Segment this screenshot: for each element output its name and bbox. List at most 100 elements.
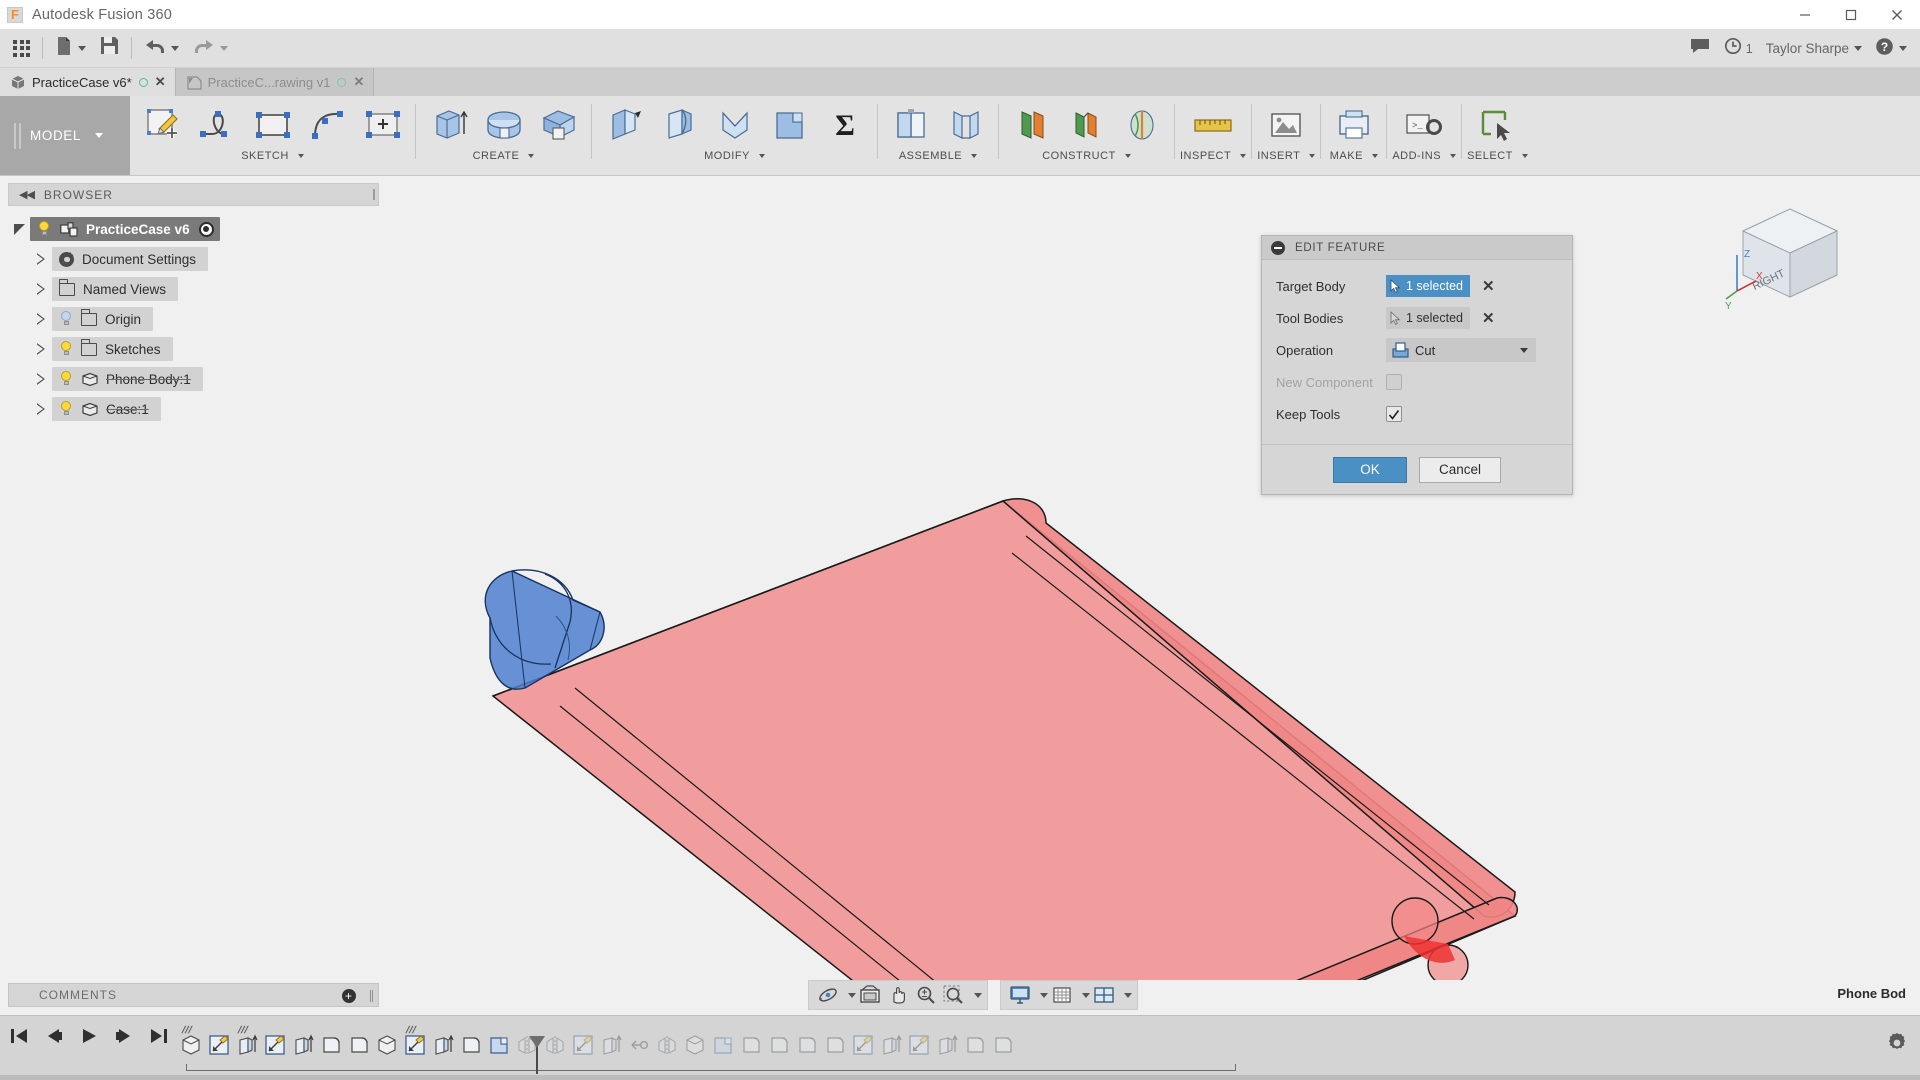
document-tab-model[interactable]: PracticeCase v6* ✕: [0, 68, 176, 96]
viewports-caret[interactable]: [1119, 982, 1132, 1008]
tree-item-named-views[interactable]: Named Views: [52, 277, 179, 301]
grip-handle[interactable]: [370, 990, 373, 1002]
tree-row-phone-body[interactable]: Phone Body:1: [8, 364, 379, 394]
tree-row-sketches[interactable]: Sketches: [8, 334, 379, 364]
clear-target-body-icon[interactable]: ✕: [1482, 279, 1495, 294]
axis-button[interactable]: [1114, 100, 1169, 150]
feature-mirror[interactable]: [654, 1028, 680, 1066]
viewports-button[interactable]: [1091, 982, 1117, 1008]
ribbon-group-label[interactable]: INSPECT: [1180, 150, 1247, 162]
tree-item-practicecase[interactable]: PracticeCase v6: [30, 217, 220, 241]
parameters-button[interactable]: Σ: [817, 100, 872, 150]
joint-button[interactable]: [938, 100, 993, 150]
activate-target-icon[interactable]: [198, 221, 214, 237]
tree-item-phone-body[interactable]: Phone Body:1: [52, 367, 203, 391]
plane-angle-button[interactable]: [1059, 100, 1114, 150]
feature-shell[interactable]: [374, 1028, 400, 1066]
3d-print-button[interactable]: [1326, 100, 1381, 150]
revolve-button[interactable]: [476, 100, 531, 150]
feature-extrude[interactable]: [934, 1028, 960, 1066]
expand-toggle[interactable]: [30, 283, 52, 295]
app-grid-button[interactable]: [6, 29, 37, 68]
fillet-button[interactable]: [652, 100, 707, 150]
tree-item-case[interactable]: Case:1: [52, 397, 161, 421]
tree-row-named-views[interactable]: Named Views: [8, 274, 379, 304]
measure-button[interactable]: [1186, 100, 1241, 150]
new-file-button[interactable]: [48, 29, 93, 68]
minimize-button[interactable]: [1782, 0, 1828, 29]
jobs-status-button[interactable]: 1: [1717, 29, 1760, 68]
tree-item-origin[interactable]: Origin: [52, 307, 154, 331]
user-menu-button[interactable]: Taylor Sharpe: [1760, 29, 1868, 68]
tree-item-document-settings[interactable]: Document Settings: [52, 247, 209, 271]
spline-button[interactable]: [190, 100, 245, 150]
scripts-addins-button[interactable]: >_: [1397, 100, 1452, 150]
feature-sketch[interactable]: [262, 1028, 288, 1066]
close-icon[interactable]: ✕: [353, 74, 364, 90]
rectangle-button[interactable]: [245, 100, 300, 150]
ribbon-group-label[interactable]: MODIFY: [704, 150, 765, 162]
ribbon-group-label[interactable]: CREATE: [473, 150, 535, 162]
feature-fillet[interactable]: [962, 1028, 988, 1066]
expand-toggle[interactable]: [30, 253, 52, 265]
keep-tools-checkbox[interactable]: [1386, 406, 1402, 422]
new-component-button[interactable]: [883, 100, 938, 150]
step-back-button[interactable]: [43, 1025, 65, 1047]
tree-row-document-settings[interactable]: Document Settings: [8, 244, 379, 274]
target-body-selection-field[interactable]: 1 selected: [1386, 275, 1470, 297]
create-sketch-button[interactable]: [135, 100, 190, 150]
display-settings-caret[interactable]: [1035, 982, 1048, 1008]
redo-button[interactable]: [186, 29, 235, 68]
timeline-settings-button[interactable]: [1886, 1032, 1908, 1059]
arc-button[interactable]: [300, 100, 355, 150]
tree-row-root[interactable]: PracticeCase v6: [8, 214, 379, 244]
expand-toggle[interactable]: [8, 223, 30, 235]
feature-mirror[interactable]: [542, 1028, 568, 1066]
expand-toggle[interactable]: [30, 373, 52, 385]
clear-tool-bodies-icon[interactable]: ✕: [1482, 311, 1495, 326]
tree-row-case[interactable]: Case:1: [8, 394, 379, 424]
select-tool-button[interactable]: [1470, 100, 1525, 150]
tool-bodies-selection-field[interactable]: 1 selected: [1386, 307, 1470, 329]
look-at-button[interactable]: [857, 982, 883, 1008]
cancel-button[interactable]: Cancel: [1419, 456, 1501, 483]
tree-item-sketches[interactable]: Sketches: [52, 337, 173, 361]
document-tab-drawing[interactable]: PracticeC...rawing v1 ✕: [175, 68, 375, 96]
go-to-end-button[interactable]: [148, 1025, 170, 1047]
display-settings-button[interactable]: [1007, 982, 1033, 1008]
help-menu-button[interactable]: ?: [1868, 29, 1914, 68]
create-sketch-plus-button[interactable]: [355, 100, 410, 150]
feature-sketch[interactable]: ///: [402, 1025, 428, 1066]
view-cube[interactable]: RIGHT Z X Y: [1723, 191, 1858, 316]
expand-toggle[interactable]: [30, 343, 52, 355]
undo-button[interactable]: [137, 29, 186, 68]
zoom-button[interactable]: [913, 982, 939, 1008]
feature-shell[interactable]: [682, 1028, 708, 1066]
feature-extrude[interactable]: [290, 1028, 316, 1066]
feature-fillet[interactable]: [458, 1028, 484, 1066]
chamfer-button[interactable]: [707, 100, 762, 150]
zoom-window-button[interactable]: [941, 982, 967, 1008]
expand-toggle[interactable]: [30, 403, 52, 415]
feature-combine[interactable]: [710, 1028, 736, 1066]
ribbon-group-label[interactable]: ASSEMBLE: [899, 150, 978, 162]
zoom-window-caret[interactable]: [969, 982, 982, 1008]
maximize-button[interactable]: [1828, 0, 1874, 29]
ok-button[interactable]: OK: [1333, 456, 1407, 483]
feature-extrude[interactable]: [430, 1028, 456, 1066]
feature-extrude[interactable]: ///: [178, 1025, 204, 1066]
feature-fillet[interactable]: [766, 1028, 792, 1066]
light-bulb-icon[interactable]: [59, 311, 73, 327]
extrude-button[interactable]: [421, 100, 476, 150]
light-bulb-icon[interactable]: [59, 371, 73, 387]
double-arrow-left-icon[interactable]: ◀◀: [19, 188, 35, 201]
feature-extrude[interactable]: [878, 1028, 904, 1066]
feature-sketch[interactable]: [850, 1028, 876, 1066]
light-bulb-icon[interactable]: [59, 341, 73, 357]
feature-fillet[interactable]: [822, 1028, 848, 1066]
feature-sketch[interactable]: [906, 1028, 932, 1066]
feature-fillet[interactable]: [346, 1028, 372, 1066]
timeline-playhead[interactable]: [529, 1036, 545, 1074]
light-bulb-icon[interactable]: [37, 221, 51, 237]
orbit-button[interactable]: [815, 982, 841, 1008]
